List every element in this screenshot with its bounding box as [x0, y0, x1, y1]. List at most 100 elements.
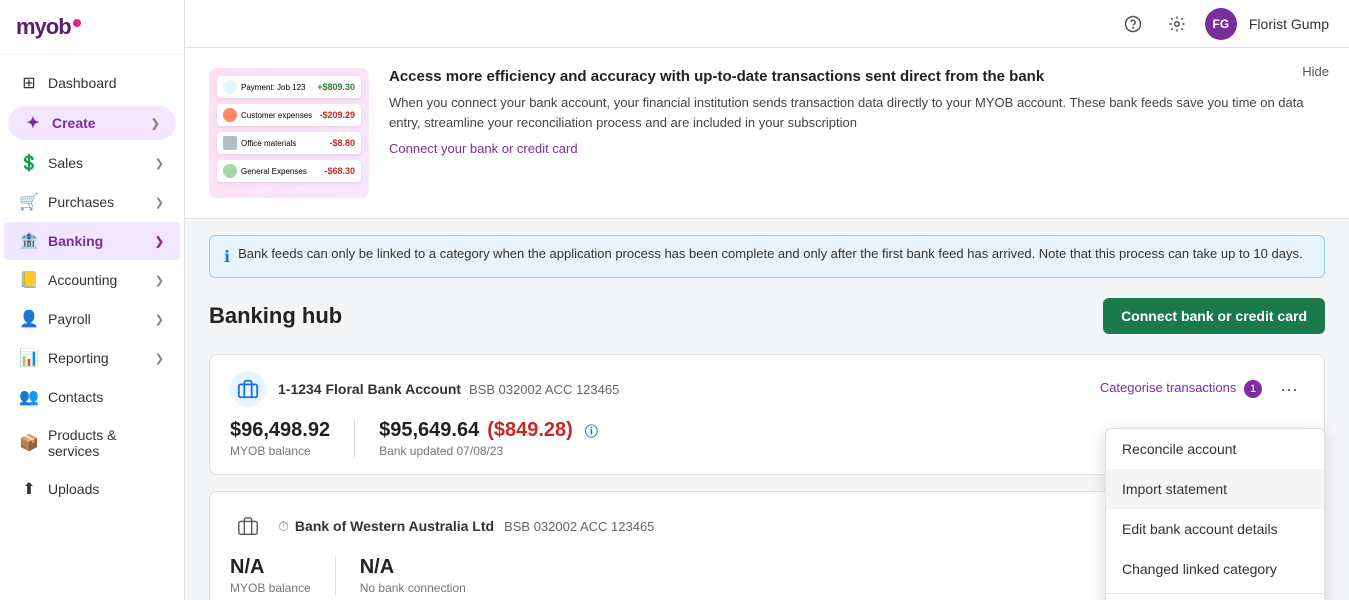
reporting-icon: 📊: [20, 349, 38, 367]
topbar: FG Florist Gump: [185, 0, 1349, 48]
uploads-icon: ⬆: [20, 480, 38, 498]
promo-card-3: General Expenses -$68.30: [217, 160, 361, 182]
promo-link[interactable]: Connect your bank or credit card: [389, 141, 578, 156]
accounting-arrow: ❯: [155, 274, 164, 287]
promo-title: Access more efficiency and accuracy with…: [389, 68, 1325, 85]
wa-myob-balance: N/A MYOB balance: [230, 556, 335, 595]
sales-icon: 💲: [20, 154, 38, 172]
sidebar-item-reporting[interactable]: 📊 Reporting ❯: [4, 339, 180, 377]
main-wrap: FG Florist Gump Payment: Job 123 +$809.3…: [185, 0, 1349, 600]
floral-bank-balance: $95,649.64 ($849.28) ⓘ Bank updated 07/0…: [379, 419, 622, 458]
sidebar-item-contacts[interactable]: 👥 Contacts: [4, 378, 180, 416]
help-icon-btn[interactable]: [1117, 8, 1149, 40]
payroll-arrow: ❯: [155, 313, 164, 326]
wa-bank-amount: N/A: [360, 556, 466, 579]
sidebar-item-payroll[interactable]: 👤 Payroll ❯: [4, 300, 180, 338]
sidebar-label-sales: Sales: [48, 155, 83, 171]
dropdown-item-change-linked[interactable]: Changed linked category: [1106, 549, 1324, 589]
banking-arrow: ❯: [155, 235, 164, 248]
banking-icon: 🏦: [20, 232, 38, 250]
products-icon: 📦: [20, 434, 38, 452]
dropdown-menu: Reconcile account Import statement Edit …: [1105, 428, 1325, 600]
floral-bank-amount: $95,649.64 ($849.28) ⓘ: [379, 419, 598, 442]
sidebar-item-purchases[interactable]: 🛒 Purchases ❯: [4, 183, 180, 221]
sidebar-label-purchases: Purchases: [48, 194, 114, 210]
sidebar-label-accounting: Accounting: [48, 272, 117, 288]
categorise-badge: 1: [1244, 380, 1262, 398]
floral-myob-balance: $96,498.92 MYOB balance: [230, 419, 354, 458]
sidebar-label-uploads: Uploads: [48, 481, 99, 497]
accounting-icon: 📒: [20, 271, 38, 289]
sales-arrow: ❯: [155, 157, 164, 170]
wa-bank-icon: [230, 508, 266, 544]
wa-bank-balance: N/A No bank connection: [360, 556, 490, 595]
dashboard-icon: ⊞: [20, 74, 38, 92]
wa-account-name: Bank of Western Australia Ltd: [295, 518, 494, 534]
promo-text: Access more efficiency and accuracy with…: [389, 68, 1325, 156]
sidebar-label-products: Products & services: [48, 427, 164, 459]
payroll-icon: 👤: [20, 310, 38, 328]
sidebar-label-banking: Banking: [48, 233, 103, 249]
floral-myob-label: MYOB balance: [230, 444, 330, 458]
logo-text: myob: [16, 14, 71, 40]
floral-myob-amount: $96,498.92: [230, 419, 330, 442]
promo-banner: Payment: Job 123 +$809.30 Customer expen…: [185, 48, 1349, 219]
info-icon: ℹ: [224, 247, 230, 267]
floral-account-actions: Categorise transactions 1 ···: [1100, 377, 1304, 402]
promo-card-0: Payment: Job 123 +$809.30: [217, 76, 361, 98]
dropdown-divider: [1106, 593, 1324, 594]
promo-card-1: Customer expenses -$209.29: [217, 104, 361, 126]
promo-image: Payment: Job 123 +$809.30 Customer expen…: [209, 68, 369, 198]
sidebar-item-banking[interactable]: 🏦 Banking ❯: [4, 222, 180, 260]
user-name: Florist Gump: [1249, 16, 1329, 32]
sidebar-label-create: Create: [52, 115, 96, 131]
wa-bank-label: No bank connection: [360, 581, 466, 595]
wa-account-bsb: BSB 032002 ACC 123465: [504, 519, 654, 534]
purchases-icon: 🛒: [20, 193, 38, 211]
wa-myob-amount: N/A: [230, 556, 311, 579]
sidebar: myob ⊞ Dashboard ✦ Create ❯ 💲 Sales ❯ 🛒 …: [0, 0, 185, 600]
sidebar-item-dashboard[interactable]: ⊞ Dashboard: [4, 64, 180, 102]
floral-more-btn[interactable]: ···: [1274, 377, 1304, 402]
sidebar-item-uploads[interactable]: ⬆ Uploads: [4, 470, 180, 508]
create-arrow: ❯: [151, 117, 160, 130]
bank-diff-info-icon[interactable]: ⓘ: [585, 421, 598, 440]
sidebar-label-contacts: Contacts: [48, 389, 103, 405]
sidebar-item-create[interactable]: ✦ Create ❯: [8, 106, 176, 140]
dropdown-item-import[interactable]: Import statement: [1106, 469, 1324, 509]
floral-account-bsb: BSB 032002 ACC 123465: [469, 382, 619, 397]
floral-account-name: 1-1234 Floral Bank Account: [278, 381, 461, 397]
main-content: Payment: Job 123 +$809.30 Customer expen…: [185, 48, 1349, 600]
promo-body: When you connect your bank account, your…: [389, 93, 1325, 132]
floral-bank-label: Bank updated 07/08/23: [379, 444, 598, 458]
sidebar-label-dashboard: Dashboard: [48, 75, 117, 91]
connect-bank-btn[interactable]: Connect bank or credit card: [1103, 298, 1325, 334]
dropdown-item-edit-bank[interactable]: Edit bank account details: [1106, 509, 1324, 549]
sidebar-label-payroll: Payroll: [48, 311, 91, 327]
info-banner-text: Bank feeds can only be linked to a categ…: [238, 246, 1302, 261]
floral-bank-icon: [230, 371, 266, 407]
contacts-icon: 👥: [20, 388, 38, 406]
create-icon: ✦: [24, 114, 42, 132]
sidebar-label-reporting: Reporting: [48, 350, 109, 366]
dropdown-item-reconcile[interactable]: Reconcile account: [1106, 429, 1324, 469]
promo-card-2: Office materials -$8.80: [217, 132, 361, 154]
info-banner: ℹ Bank feeds can only be linked to a cat…: [209, 235, 1325, 278]
sidebar-nav: ⊞ Dashboard ✦ Create ❯ 💲 Sales ❯ 🛒 Purch…: [0, 55, 184, 600]
wa-myob-label: MYOB balance: [230, 581, 311, 595]
categorise-transactions-link[interactable]: Categorise transactions 1: [1100, 380, 1262, 398]
sidebar-item-accounting[interactable]: 📒 Accounting ❯: [4, 261, 180, 299]
sidebar-item-sales[interactable]: 💲 Sales ❯: [4, 144, 180, 182]
user-avatar[interactable]: FG: [1205, 8, 1237, 40]
promo-hide-btn[interactable]: Hide: [1302, 64, 1329, 79]
banking-hub-title: Banking hub: [209, 303, 342, 329]
reporting-arrow: ❯: [155, 352, 164, 365]
wa-balance-divider: [335, 556, 336, 595]
settings-icon-btn[interactable]: [1161, 8, 1193, 40]
brand-logo: myob: [0, 0, 184, 55]
sidebar-item-products-services[interactable]: 📦 Products & services: [4, 417, 180, 469]
logo-dot: [73, 19, 81, 27]
floral-bank-diff: ($849.28): [487, 419, 573, 442]
balance-divider: [354, 419, 355, 458]
account-card-header-floral: 1-1234 Floral Bank Account BSB 032002 AC…: [230, 371, 1304, 407]
